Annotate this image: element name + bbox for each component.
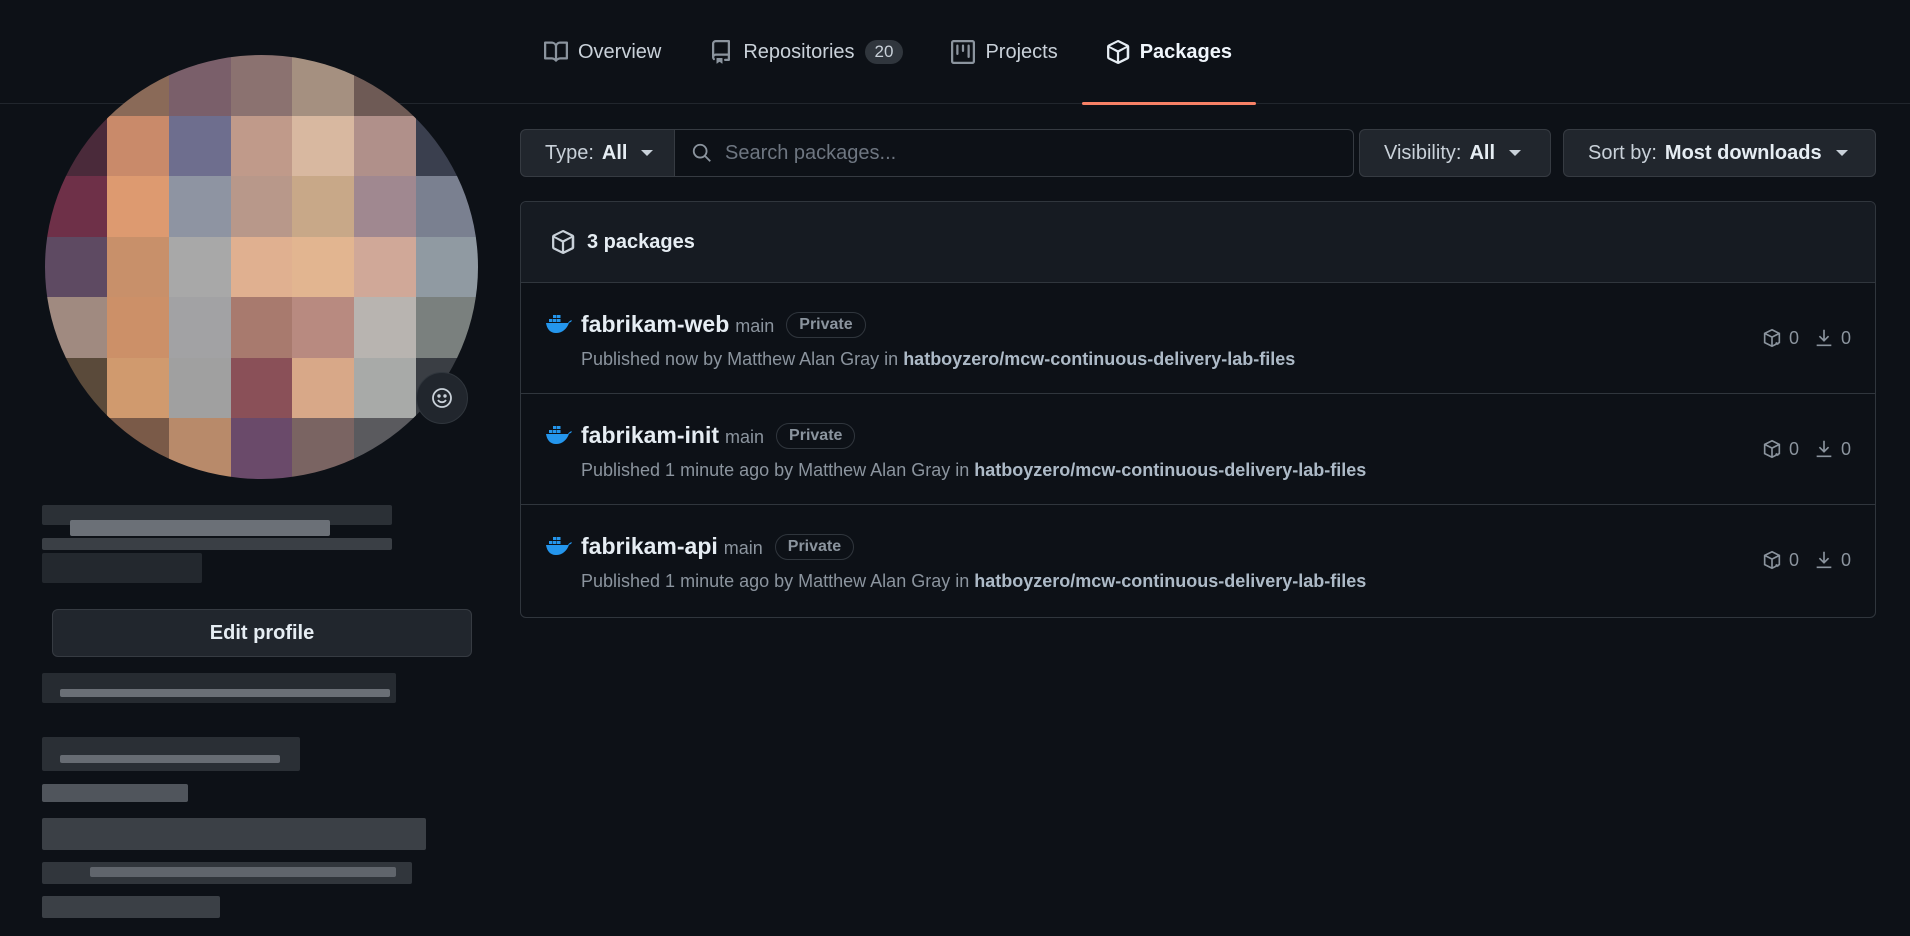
repository-link[interactable]: hatboyzero/mcw-continuous-delivery-lab-f…	[974, 460, 1366, 480]
downloads-count: 0	[1840, 549, 1851, 570]
sort-button[interactable]: Sort by: Most downloads	[1563, 129, 1876, 177]
visibility-badge: Private	[786, 312, 866, 338]
caret-down-icon	[1835, 150, 1848, 156]
published-info: Published 1 minute ago by Matthew Alan G…	[581, 571, 970, 591]
versions-icon	[1763, 439, 1781, 459]
visibility-filter-button[interactable]: Visibility: All	[1359, 129, 1551, 177]
versions-icon	[1763, 328, 1781, 348]
package-branch: main	[735, 316, 775, 336]
downloads-count: 0	[1840, 327, 1851, 348]
versions-icon	[1763, 550, 1781, 570]
project-icon	[951, 40, 976, 64]
visibility-filter-label: Visibility:	[1384, 141, 1462, 164]
tab-label: Repositories	[743, 40, 855, 63]
sort-label: Sort by:	[1588, 141, 1657, 164]
tab-packages[interactable]: Packages	[1081, 0, 1257, 105]
edit-profile-button[interactable]: Edit profile	[52, 609, 472, 657]
type-filter-button[interactable]: Type: All	[520, 129, 675, 177]
repo-count-badge: 20	[864, 40, 904, 64]
download-icon	[1816, 329, 1832, 347]
package-branch: main	[723, 538, 763, 558]
package-stats: 0 0	[1761, 438, 1851, 460]
package-name-link[interactable]: fabrikam-init	[581, 422, 719, 448]
repository-link[interactable]: hatboyzero/mcw-continuous-delivery-lab-f…	[974, 571, 1366, 591]
book-icon	[544, 41, 568, 62]
package-branch: main	[725, 427, 765, 447]
visibility-badge: Private	[776, 423, 856, 449]
search-icon	[692, 143, 711, 162]
published-info: Published 1 minute ago by Matthew Alan G…	[581, 460, 970, 480]
versions-count: 0	[1788, 438, 1799, 459]
package-list-header: 3 packages	[521, 202, 1875, 283]
versions-count: 0	[1788, 327, 1799, 348]
avatar[interactable]	[45, 55, 478, 479]
tab-overview[interactable]: Overview	[520, 0, 685, 104]
repo-icon	[712, 40, 731, 64]
package-name-link[interactable]: fabrikam-web	[581, 311, 729, 337]
package-list: 3 packages fabrikam-web main Private Publi…	[520, 201, 1876, 618]
package-icon	[1106, 40, 1129, 64]
search-packages-input[interactable]	[723, 140, 1327, 166]
list-item: fabrikam-web main Private Published now by…	[521, 283, 1875, 394]
list-item: fabrikam-init main Private Published 1 min…	[521, 394, 1875, 505]
type-filter-value: All	[601, 141, 628, 164]
package-icon	[552, 230, 575, 254]
visibility-badge: Private	[774, 534, 855, 560]
download-icon	[1816, 440, 1832, 458]
published-info: Published now by Matthew Alan Gray in	[581, 349, 899, 369]
caret-down-icon	[1509, 150, 1521, 156]
docker-icon	[546, 537, 572, 555]
tab-projects[interactable]: Projects	[927, 0, 1081, 104]
tab-repositories[interactable]: Repositories 20	[685, 0, 927, 104]
type-filter-label: Type:	[545, 141, 594, 164]
sort-value: Most downloads	[1664, 141, 1822, 164]
package-count: 3 packages	[587, 230, 695, 253]
versions-count: 0	[1788, 549, 1799, 570]
tab-label: Overview	[578, 40, 662, 63]
downloads-count: 0	[1840, 438, 1851, 459]
profile-tabs: Overview Repositories 20 Projects Packag…	[520, 0, 1257, 105]
visibility-filter-value: All	[1469, 141, 1495, 164]
tab-label: Packages	[1139, 40, 1232, 63]
tab-label: Projects	[985, 40, 1058, 63]
repository-link[interactable]: hatboyzero/mcw-continuous-delivery-lab-f…	[903, 349, 1295, 369]
docker-icon	[546, 315, 572, 333]
list-item: fabrikam-api main Private Published 1 minu…	[521, 505, 1875, 616]
package-name-link[interactable]: fabrikam-api	[581, 533, 718, 559]
search-box	[674, 129, 1354, 177]
caret-down-icon	[641, 150, 654, 156]
package-stats: 0 0	[1761, 327, 1851, 349]
package-stats: 0 0	[1761, 549, 1851, 571]
package-filters: Type: All Visibility: All Sort by: Most …	[520, 129, 1876, 177]
download-icon	[1816, 551, 1832, 569]
smiley-icon	[432, 388, 452, 408]
docker-icon	[546, 426, 572, 444]
set-status-button[interactable]	[416, 372, 468, 424]
